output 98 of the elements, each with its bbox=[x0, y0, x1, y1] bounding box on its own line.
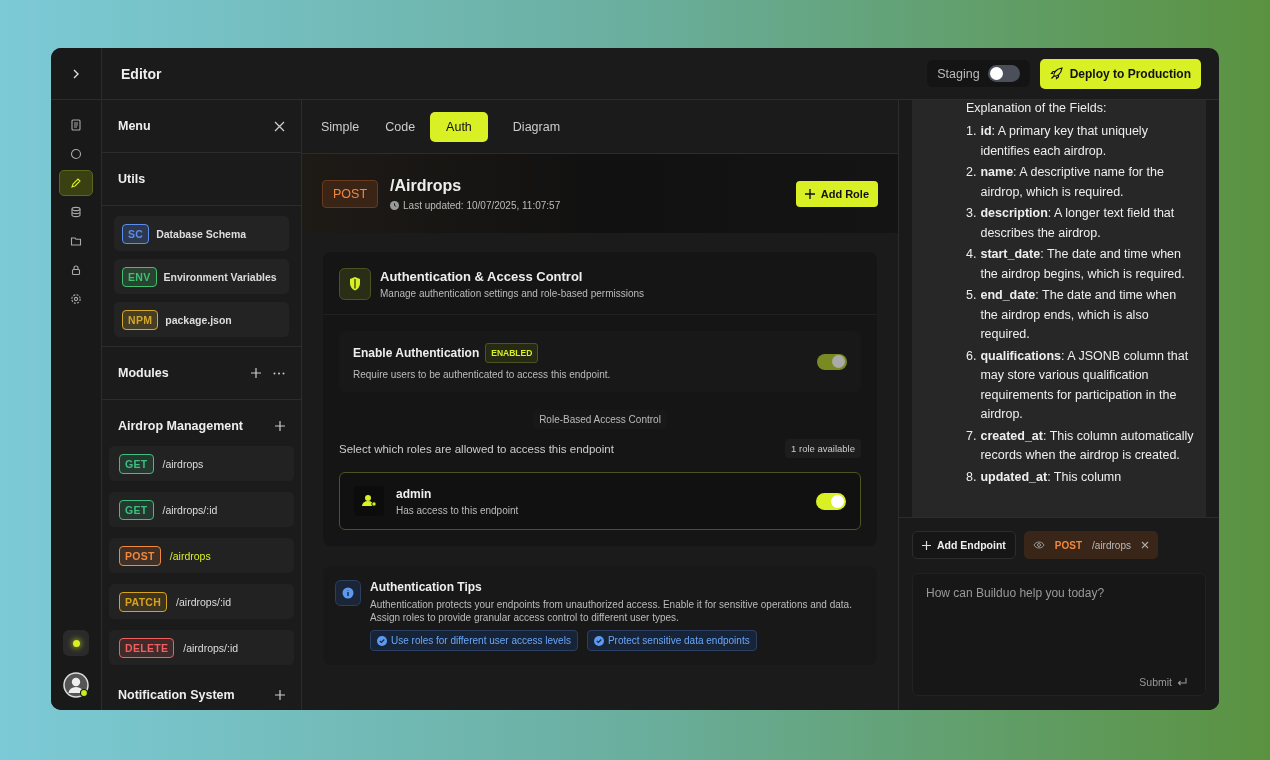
field-explanation: name: A descriptive name for the airdrop, which is required. bbox=[980, 164, 1165, 201]
pencil-icon[interactable] bbox=[59, 170, 93, 196]
editor-title: Editor bbox=[121, 65, 162, 82]
clock-icon bbox=[390, 200, 400, 210]
method-tag: GET bbox=[119, 499, 154, 520]
role-toggle[interactable] bbox=[816, 492, 846, 510]
endpoint-item[interactable]: POST /airdrops bbox=[109, 538, 294, 573]
method-tag: POST bbox=[119, 545, 161, 566]
tips-title: Authentication Tips bbox=[370, 580, 483, 594]
deploy-button[interactable]: Deploy to Production bbox=[1039, 58, 1201, 89]
staging-toggle[interactable] bbox=[987, 65, 1020, 82]
endpoint-path: /airdrops bbox=[162, 457, 204, 470]
utility-item[interactable]: SC Database Schema bbox=[114, 216, 289, 251]
utility-item[interactable]: NPM package.json bbox=[114, 302, 289, 337]
endpoint-title: /Airdrops bbox=[390, 176, 463, 195]
tip-chip: Use roles for different user access levels bbox=[370, 630, 578, 651]
card-title: Authentication & Access Control bbox=[380, 269, 584, 284]
endpoint-item[interactable]: DELETE /airdrops/:id bbox=[109, 630, 294, 665]
roles-prompt: Select which roles are allowed to access this endpoint bbox=[339, 442, 614, 455]
role-count: 1 role available bbox=[785, 439, 861, 458]
method-tag: DELETE bbox=[119, 637, 175, 658]
last-updated-text: Last updated: 10/07/2025, 11:07:57 bbox=[403, 199, 561, 211]
enable-auth-description: Require users to be authenticated to access this endpoint. bbox=[353, 369, 611, 380]
staging-label: Staging bbox=[937, 66, 980, 81]
tab[interactable]: Code bbox=[374, 111, 427, 142]
add-icon[interactable] bbox=[275, 421, 285, 431]
menu-title: Menu bbox=[118, 119, 151, 133]
list-number: 3. bbox=[966, 205, 977, 222]
utility-tag: NPM bbox=[122, 309, 159, 330]
tab[interactable]: Simple bbox=[310, 111, 371, 142]
utility-label: Database Schema bbox=[156, 227, 247, 240]
tips-text: Authentication protects your endpoints from unauthorized access. Enable it for sensitive operations and data. Assign roles to provide granular access control to different user types. bbox=[370, 598, 853, 624]
module-title: Notification System bbox=[118, 688, 235, 702]
endpoint-path: /airdrops/:id bbox=[162, 503, 218, 516]
tab[interactable]: Diagram bbox=[501, 111, 572, 142]
list-number: 2. bbox=[966, 164, 977, 181]
add-icon[interactable] bbox=[275, 690, 285, 700]
endpoint-path: /airdrops/:id bbox=[176, 595, 231, 608]
utility-label: Environment Variables bbox=[163, 270, 277, 283]
add-endpoint-button[interactable]: Add Endpoint bbox=[912, 531, 1016, 559]
utility-tag: ENV bbox=[122, 266, 157, 287]
method-tag: PATCH bbox=[119, 591, 168, 612]
method-tag: GET bbox=[119, 453, 154, 474]
enable-auth-label: Enable Authentication bbox=[353, 346, 480, 360]
field-explanation: qualifications: A JSONB column that may store various qualification requirements for participation in the airdrop. bbox=[980, 347, 1190, 423]
prompt-field[interactable]: How can Builduo help you today? Submit bbox=[912, 573, 1206, 696]
method-tag: POST bbox=[322, 179, 379, 208]
message-heading: Explanation of the Fields: bbox=[966, 100, 1108, 116]
submit-button[interactable]: Submit bbox=[1133, 675, 1193, 689]
module-title: Airdrop Management bbox=[118, 419, 243, 433]
tab[interactable]: Auth bbox=[430, 111, 488, 142]
rocket-icon bbox=[1049, 67, 1063, 80]
check-circle-icon bbox=[377, 635, 387, 646]
auth-toggle[interactable] bbox=[817, 353, 847, 370]
utility-label: package.json bbox=[165, 313, 232, 326]
plus-icon bbox=[922, 540, 931, 550]
add-icon[interactable] bbox=[251, 368, 261, 378]
utility-tag: SC bbox=[122, 223, 150, 244]
method-text: POST bbox=[1054, 539, 1083, 551]
add-role-button[interactable]: Add Role bbox=[795, 180, 878, 207]
enter-icon bbox=[1177, 677, 1187, 687]
info-icon bbox=[335, 580, 361, 606]
list-number: 7. bbox=[966, 427, 977, 445]
check-circle-icon bbox=[593, 635, 604, 646]
role-description: Has access to this endpoint bbox=[396, 504, 519, 516]
utils-title: Utils bbox=[118, 172, 146, 186]
field-explanation: description: A longer text field that describes the airdrop. bbox=[980, 205, 1176, 242]
close-icon[interactable] bbox=[1140, 541, 1149, 549]
endpoint-item[interactable]: PATCH /airdrops/:id bbox=[109, 584, 294, 619]
expand-icon[interactable] bbox=[71, 68, 81, 79]
shield-icon bbox=[339, 268, 371, 300]
status-light-button[interactable] bbox=[63, 630, 89, 656]
endpoint-path: /airdrops bbox=[169, 549, 211, 562]
list-number: 4. bbox=[966, 246, 977, 263]
endpoint-item[interactable]: GET /airdrops bbox=[109, 446, 294, 481]
card-subtitle: Manage authentication settings and role-based permissions bbox=[380, 288, 645, 299]
endpoint-item[interactable]: GET /airdrops/:id bbox=[109, 492, 294, 527]
plus-icon bbox=[804, 188, 815, 199]
list-number: 8. bbox=[966, 468, 977, 486]
utility-item[interactable]: ENV Environment Variables bbox=[114, 259, 289, 294]
modules-title: Modules bbox=[118, 366, 169, 380]
avatar-icon[interactable] bbox=[63, 672, 89, 698]
field-explanation: end_date: The date and time when the airdrop ends, which is also required. bbox=[980, 287, 1178, 343]
close-icon[interactable] bbox=[274, 120, 285, 132]
field-explanation: created_at: This column automatically records when the airdrop is created. bbox=[980, 427, 1195, 464]
list-number: 5. bbox=[966, 287, 977, 304]
endpoint-path: /airdrops/:id bbox=[183, 641, 239, 654]
field-explanation: id: A primary key that uniquely identifies each airdrop. bbox=[980, 123, 1149, 160]
list-number: 6. bbox=[966, 347, 977, 365]
list-number: 1. bbox=[966, 123, 977, 140]
more-icon[interactable] bbox=[273, 371, 285, 375]
tip-chip: Protect sensitive data endpoints bbox=[586, 630, 757, 651]
field-explanation: updated_at: This column bbox=[980, 468, 1122, 486]
endpoint-path: /airdrops bbox=[1092, 539, 1131, 551]
status-badge: ENABLED bbox=[485, 343, 539, 363]
role-name: admin bbox=[396, 486, 433, 501]
field-explanation: start_date: The date and time when the airdrop begins, which is required. bbox=[980, 246, 1186, 283]
eye-icon bbox=[1032, 541, 1045, 549]
